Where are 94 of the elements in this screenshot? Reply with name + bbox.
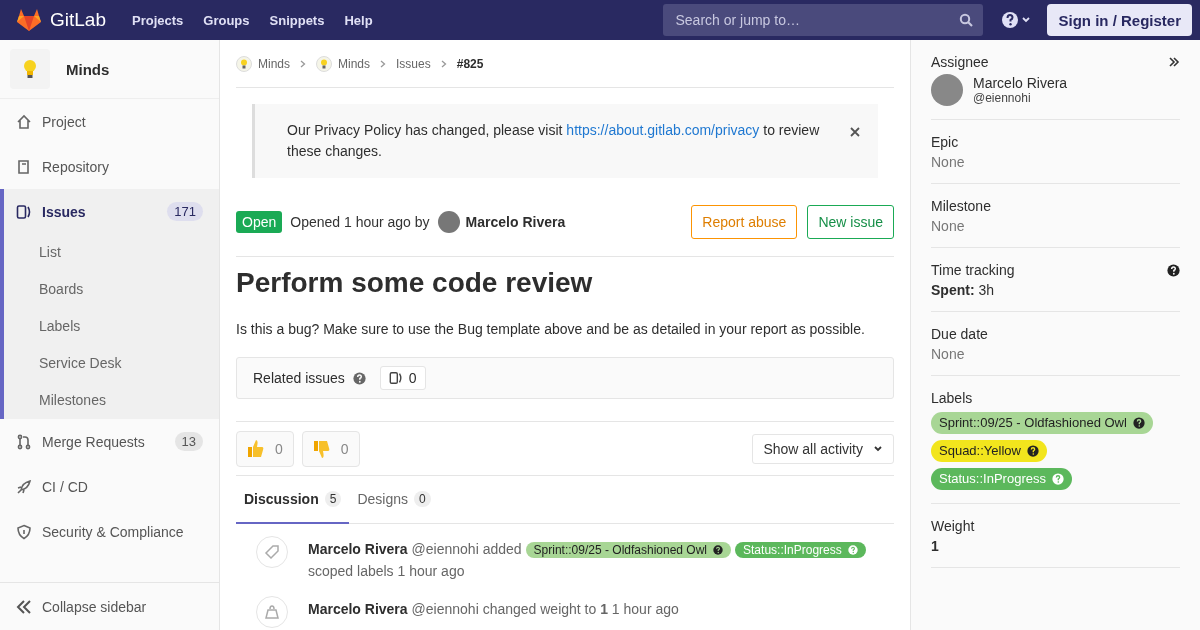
sidebar-subitem[interactable]: List xyxy=(4,234,219,271)
collapse-sidebar-button[interactable]: Collapse sidebar xyxy=(0,582,219,630)
help-icon xyxy=(847,545,858,555)
shield-icon xyxy=(16,523,32,540)
thumbs-down-button[interactable]: 0 xyxy=(301,430,360,467)
chevron-right-icon xyxy=(380,59,387,68)
search-field[interactable]: Search or jump to… xyxy=(663,4,984,36)
label-tag[interactable]: Sprint::09/25 - Oldfashioned Owl xyxy=(931,412,1153,434)
help-icon xyxy=(713,545,724,555)
alert-message: Our Privacy Policy has changed, please visit https://about.gitlab.com/privacy to review these changes. xyxy=(287,121,821,161)
count-badge: 13 xyxy=(174,432,203,451)
breadcrumb-link[interactable]: #825 xyxy=(456,56,484,71)
fox-logo-icon[interactable] xyxy=(16,8,42,32)
sidebar-item[interactable]: CI / CD xyxy=(0,464,219,509)
sign-in-button[interactable]: Sign in / Register xyxy=(1047,4,1192,36)
avatar xyxy=(931,74,963,106)
sidebar-subitem[interactable]: Service Desk xyxy=(4,345,219,382)
section-heading: Weight xyxy=(931,518,975,534)
section-value: 1 xyxy=(931,538,939,554)
sidebar-subitem[interactable]: Milestones xyxy=(4,382,219,419)
assignee-handle: @eiennohi xyxy=(973,91,1032,105)
breadcrumb-link[interactable]: Minds xyxy=(236,55,290,72)
privacy-link[interactable]: https://about.gitlab.com/privacy xyxy=(566,122,760,138)
sidebar-item[interactable]: Merge Requests 13 xyxy=(0,419,219,464)
lightbulb-icon xyxy=(236,55,252,72)
section-heading: Milestone xyxy=(931,198,991,214)
help-icon xyxy=(1132,417,1145,429)
spent-label: Spent: xyxy=(931,282,975,298)
note-author[interactable]: Marcelo Rivera xyxy=(308,541,408,557)
count-badge: 171 xyxy=(167,202,203,221)
section-value: None xyxy=(931,154,965,170)
label-tag[interactable]: Sprint::09/25 - Oldfashioned Owl xyxy=(525,542,732,558)
issue-description: Is this a bug? Make sure to use the Bug template above and be as detailed in your report as possible. xyxy=(236,321,866,337)
lightbulb-icon xyxy=(316,55,332,72)
assignee-heading: Assignee xyxy=(931,54,989,70)
sidebar-item[interactable]: Security & Compliance xyxy=(0,509,219,554)
note-text: @eiennohi added xyxy=(411,541,522,557)
new-issue-button[interactable]: New issue xyxy=(807,205,894,239)
section-heading: Due date xyxy=(931,326,988,342)
status-badge: Open xyxy=(236,211,283,233)
double-chevron-right-icon[interactable] xyxy=(1168,56,1180,68)
project-name[interactable]: Minds xyxy=(66,60,110,78)
help-icon xyxy=(1051,473,1064,485)
note-author[interactable]: Marcelo Rivera xyxy=(308,601,408,617)
close-icon[interactable] xyxy=(850,127,860,137)
rocket-icon xyxy=(16,478,32,495)
issues-icon xyxy=(16,203,32,220)
search-input[interactable]: Search or jump to… xyxy=(673,11,960,29)
nav-link[interactable]: Projects xyxy=(132,12,184,28)
author-link[interactable]: Marcelo Rivera xyxy=(465,214,566,230)
related-issues-label: Related issues xyxy=(253,370,345,386)
issue-title: Perform some code review xyxy=(236,267,594,299)
breadcrumb-link[interactable]: Issues xyxy=(396,56,431,71)
chevron-right-icon xyxy=(300,59,306,68)
avatar xyxy=(437,211,460,233)
breadcrumb-link[interactable]: Minds xyxy=(316,55,371,72)
lightbulb-icon xyxy=(23,59,37,79)
help-icon xyxy=(1026,445,1039,457)
section-value: None xyxy=(931,218,965,234)
label-tag[interactable]: Squad::Yellow xyxy=(931,440,1047,462)
note-text: @eiennohi changed weight to 1 1 hour ago xyxy=(411,601,679,617)
sidebar-subitem[interactable]: Labels xyxy=(4,308,219,345)
section-value: None xyxy=(931,346,965,362)
double-chevron-left-icon xyxy=(16,599,32,614)
sidebar-item[interactable]: Issues 171 xyxy=(4,189,219,234)
nav-link[interactable]: Help xyxy=(344,12,373,28)
thumbs-up-icon xyxy=(247,438,265,459)
tab[interactable]: Discussion 5 xyxy=(236,476,350,524)
chevron-right-icon xyxy=(440,59,447,68)
tag-icon xyxy=(256,536,288,568)
brand-name[interactable]: GitLab xyxy=(50,9,106,31)
note-text: scoped labels 1 hour ago xyxy=(308,562,466,581)
nav-link[interactable]: Snippets xyxy=(269,12,325,28)
section-heading: Epic xyxy=(931,134,959,150)
opened-text: Opened 1 hour ago by xyxy=(290,214,430,230)
related-count-badge: 0 xyxy=(379,366,426,390)
merge-request-icon xyxy=(16,433,32,450)
chevron-down-icon xyxy=(873,444,883,453)
tab[interactable]: Designs 0 xyxy=(349,476,439,524)
book-icon xyxy=(16,158,32,175)
activity-filter-dropdown[interactable]: Show all activity xyxy=(752,433,894,464)
sidebar-subitem[interactable]: Boards xyxy=(4,271,219,308)
home-icon xyxy=(16,113,32,130)
sidebar-item[interactable]: Project xyxy=(0,99,219,144)
thumbs-up-button[interactable]: 0 xyxy=(236,430,294,467)
sidebar-item[interactable]: Repository xyxy=(0,144,219,189)
search-icon xyxy=(959,13,974,27)
spent-value: 3h xyxy=(978,282,995,298)
thumbs-down-icon xyxy=(312,438,331,459)
help-icon[interactable] xyxy=(1167,263,1180,277)
section-heading: Labels xyxy=(931,390,973,406)
section-heading: Time tracking xyxy=(931,262,1015,278)
nav-link[interactable]: Groups xyxy=(203,12,250,28)
assignee-name[interactable]: Marcelo Rivera xyxy=(973,75,1068,91)
